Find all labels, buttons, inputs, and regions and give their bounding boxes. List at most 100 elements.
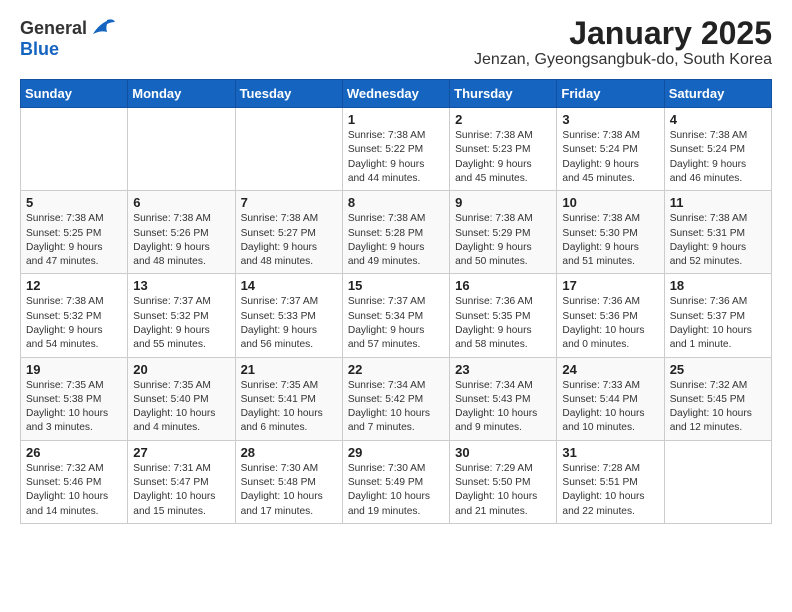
day-info: Sunrise: 7:38 AM Sunset: 5:29 PM Dayligh…	[455, 212, 551, 269]
day-number: 25	[670, 362, 766, 377]
day-info: Sunrise: 7:36 AM Sunset: 5:35 PM Dayligh…	[455, 295, 551, 352]
calendar-week-row: 19 Sunrise: 7:35 AM Sunset: 5:38 PM Dayli…	[21, 357, 772, 440]
day-info: Sunrise: 7:38 AM Sunset: 5:28 PM Dayligh…	[348, 212, 444, 269]
calendar-title: January 2025	[474, 16, 772, 51]
calendar-cell: 13 Sunrise: 7:37 AM Sunset: 5:32 PM Dayli…	[128, 274, 235, 357]
day-number: 13	[133, 278, 229, 293]
calendar-cell: 31 Sunrise: 7:28 AM Sunset: 5:51 PM Dayli…	[557, 440, 664, 523]
day-number: 5	[26, 195, 122, 210]
day-info: Sunrise: 7:35 AM Sunset: 5:41 PM Dayligh…	[241, 379, 337, 436]
calendar-cell: 11 Sunrise: 7:38 AM Sunset: 5:31 PM Dayli…	[664, 191, 771, 274]
day-number: 27	[133, 445, 229, 460]
day-number: 12	[26, 278, 122, 293]
day-number: 19	[26, 362, 122, 377]
calendar-cell: 12 Sunrise: 7:38 AM Sunset: 5:32 PM Dayli…	[21, 274, 128, 357]
calendar-cell: 14Sunrise: 7:37 AM Sunset: 5:33 PM Dayli…	[235, 274, 342, 357]
calendar-week-row: 12 Sunrise: 7:38 AM Sunset: 5:32 PM Dayli…	[21, 274, 772, 357]
calendar-cell: 5 Sunrise: 7:38 AM Sunset: 5:25 PM Daylig…	[21, 191, 128, 274]
calendar-cell: 23 Sunrise: 7:34 AM Sunset: 5:43 PM Dayli…	[450, 357, 557, 440]
calendar-cell: 25 Sunrise: 7:32 AM Sunset: 5:45 PM Dayli…	[664, 357, 771, 440]
day-number: 23	[455, 362, 551, 377]
logo-general-text: General	[20, 19, 87, 37]
day-number: 30	[455, 445, 551, 460]
calendar-cell	[21, 108, 128, 191]
day-info: Sunrise: 7:38 AM Sunset: 5:30 PM Dayligh…	[562, 212, 658, 269]
weekday-header-wednesday: Wednesday	[342, 80, 449, 108]
calendar-week-row: 1Sunrise: 7:38 AM Sunset: 5:22 PM Daylig…	[21, 108, 772, 191]
day-info: Sunrise: 7:38 AM Sunset: 5:32 PM Dayligh…	[26, 295, 122, 352]
logo-blue-text: Blue	[20, 39, 59, 59]
calendar-cell: 21 Sunrise: 7:35 AM Sunset: 5:41 PM Dayli…	[235, 357, 342, 440]
day-number: 8	[348, 195, 444, 210]
weekday-header-thursday: Thursday	[450, 80, 557, 108]
calendar-cell: 2 Sunrise: 7:38 AM Sunset: 5:23 PM Daylig…	[450, 108, 557, 191]
calendar-cell: 30 Sunrise: 7:29 AM Sunset: 5:50 PM Dayli…	[450, 440, 557, 523]
day-number: 26	[26, 445, 122, 460]
calendar-cell: 3Sunrise: 7:38 AM Sunset: 5:24 PM Daylig…	[557, 108, 664, 191]
day-number: 7	[241, 195, 337, 210]
day-number: 16	[455, 278, 551, 293]
calendar-cell: 1Sunrise: 7:38 AM Sunset: 5:22 PM Daylig…	[342, 108, 449, 191]
day-number: 21	[241, 362, 337, 377]
day-number: 18	[670, 278, 766, 293]
calendar-cell: 20Sunrise: 7:35 AM Sunset: 5:40 PM Dayli…	[128, 357, 235, 440]
day-info: Sunrise: 7:37 AM Sunset: 5:32 PM Dayligh…	[133, 295, 229, 352]
calendar-cell: 22 Sunrise: 7:34 AM Sunset: 5:42 PM Dayli…	[342, 357, 449, 440]
weekday-header-tuesday: Tuesday	[235, 80, 342, 108]
day-info: Sunrise: 7:36 AM Sunset: 5:37 PM Dayligh…	[670, 295, 766, 352]
day-number: 1	[348, 112, 444, 127]
day-info: Sunrise: 7:34 AM Sunset: 5:42 PM Dayligh…	[348, 379, 444, 436]
calendar-week-row: 5 Sunrise: 7:38 AM Sunset: 5:25 PM Daylig…	[21, 191, 772, 274]
calendar-cell: 6Sunrise: 7:38 AM Sunset: 5:26 PM Daylig…	[128, 191, 235, 274]
header: General Blue January 2025 Jenzan, Gyeong…	[20, 16, 772, 69]
weekday-header-row: SundayMondayTuesdayWednesdayThursdayFrid…	[21, 80, 772, 108]
day-info: Sunrise: 7:31 AM Sunset: 5:47 PM Dayligh…	[133, 462, 229, 519]
calendar-cell: 10 Sunrise: 7:38 AM Sunset: 5:30 PM Dayli…	[557, 191, 664, 274]
day-info: Sunrise: 7:33 AM Sunset: 5:44 PM Dayligh…	[562, 379, 658, 436]
day-info: Sunrise: 7:38 AM Sunset: 5:23 PM Dayligh…	[455, 129, 551, 186]
calendar-cell: 27 Sunrise: 7:31 AM Sunset: 5:47 PM Dayli…	[128, 440, 235, 523]
day-info: Sunrise: 7:29 AM Sunset: 5:50 PM Dayligh…	[455, 462, 551, 519]
calendar-cell: 24Sunrise: 7:33 AM Sunset: 5:44 PM Dayli…	[557, 357, 664, 440]
day-info: Sunrise: 7:32 AM Sunset: 5:45 PM Dayligh…	[670, 379, 766, 436]
calendar-cell: 29 Sunrise: 7:30 AM Sunset: 5:49 PM Dayli…	[342, 440, 449, 523]
title-area: January 2025 Jenzan, Gyeongsangbuk-do, S…	[474, 16, 772, 69]
day-info: Sunrise: 7:38 AM Sunset: 5:31 PM Dayligh…	[670, 212, 766, 269]
day-number: 22	[348, 362, 444, 377]
calendar-cell: 4Sunrise: 7:38 AM Sunset: 5:24 PM Daylig…	[664, 108, 771, 191]
day-number: 6	[133, 195, 229, 210]
calendar-cell: 17 Sunrise: 7:36 AM Sunset: 5:36 PM Dayli…	[557, 274, 664, 357]
day-info: Sunrise: 7:38 AM Sunset: 5:27 PM Dayligh…	[241, 212, 337, 269]
calendar-cell	[128, 108, 235, 191]
calendar-week-row: 26Sunrise: 7:32 AM Sunset: 5:46 PM Dayli…	[21, 440, 772, 523]
day-info: Sunrise: 7:36 AM Sunset: 5:36 PM Dayligh…	[562, 295, 658, 352]
calendar-cell: 19 Sunrise: 7:35 AM Sunset: 5:38 PM Dayli…	[21, 357, 128, 440]
calendar-cell: 16 Sunrise: 7:36 AM Sunset: 5:35 PM Dayli…	[450, 274, 557, 357]
calendar-cell: 7 Sunrise: 7:38 AM Sunset: 5:27 PM Daylig…	[235, 191, 342, 274]
day-info: Sunrise: 7:28 AM Sunset: 5:51 PM Dayligh…	[562, 462, 658, 519]
day-info: Sunrise: 7:30 AM Sunset: 5:48 PM Dayligh…	[241, 462, 337, 519]
day-info: Sunrise: 7:34 AM Sunset: 5:43 PM Dayligh…	[455, 379, 551, 436]
day-number: 28	[241, 445, 337, 460]
day-number: 29	[348, 445, 444, 460]
day-number: 2	[455, 112, 551, 127]
day-info: Sunrise: 7:30 AM Sunset: 5:49 PM Dayligh…	[348, 462, 444, 519]
calendar-cell: 26Sunrise: 7:32 AM Sunset: 5:46 PM Dayli…	[21, 440, 128, 523]
day-number: 15	[348, 278, 444, 293]
weekday-header-saturday: Saturday	[664, 80, 771, 108]
weekday-header-monday: Monday	[128, 80, 235, 108]
calendar-table: SundayMondayTuesdayWednesdayThursdayFrid…	[20, 79, 772, 524]
day-number: 9	[455, 195, 551, 210]
day-info: Sunrise: 7:38 AM Sunset: 5:25 PM Dayligh…	[26, 212, 122, 269]
day-number: 10	[562, 195, 658, 210]
weekday-header-friday: Friday	[557, 80, 664, 108]
day-number: 31	[562, 445, 658, 460]
day-number: 4	[670, 112, 766, 127]
day-number: 11	[670, 195, 766, 210]
day-number: 14	[241, 278, 337, 293]
day-number: 3	[562, 112, 658, 127]
day-info: Sunrise: 7:35 AM Sunset: 5:38 PM Dayligh…	[26, 379, 122, 436]
calendar-cell: 9 Sunrise: 7:38 AM Sunset: 5:29 PM Daylig…	[450, 191, 557, 274]
day-number: 17	[562, 278, 658, 293]
calendar-cell: 28 Sunrise: 7:30 AM Sunset: 5:48 PM Dayli…	[235, 440, 342, 523]
